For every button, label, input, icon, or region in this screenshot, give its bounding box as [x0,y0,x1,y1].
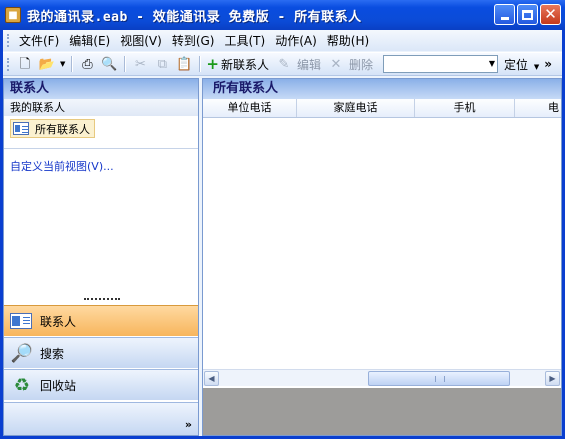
menu-view[interactable]: 视图(V) [115,32,167,49]
configure-buttons-chevron-icon[interactable]: » [185,418,192,431]
locate-button[interactable]: 定位 ▼ [504,56,541,73]
client-area: 文件(F) 编辑(E) 视图(V) 转到(G) 工具(T) 动作(A) 帮助(H… [3,30,562,436]
contacts-list-pane: 所有联系人 单位电话 家庭电话 手机 电 ◀ ▶ [202,78,562,436]
menu-file[interactable]: 文件(F) [14,32,64,49]
menu-goto[interactable]: 转到(G) [167,32,220,49]
reading-pane [203,388,561,435]
column-header-row: 单位电话 家庭电话 手机 电 [203,99,561,118]
locate-dropdown-arrow-icon: ▼ [533,62,540,71]
toolbar-separator [199,56,201,72]
delete-button[interactable]: ✕ 删除 [325,55,373,73]
new-contact-button[interactable]: + 新联系人 [206,55,269,73]
my-contacts-section: 我的联系人 [4,99,198,116]
contacts-list-header: 所有联系人 [203,79,561,99]
maximize-button[interactable] [517,4,538,25]
nav-button-contacts[interactable]: 联系人 [4,305,198,336]
horizontal-scrollbar[interactable]: ◀ ▶ [203,369,561,386]
contacts-card-icon [10,313,32,329]
open-folder-icon[interactable]: 📂 [38,55,56,73]
menu-bar: 文件(F) 编辑(E) 视图(V) 转到(G) 工具(T) 动作(A) 帮助(H… [3,30,562,51]
paste-icon[interactable]: 📋 [175,55,193,73]
divider [4,148,198,149]
toolbar-separator [71,56,73,72]
delete-x-icon: ✕ [330,56,342,72]
nav-splitter-handle[interactable] [84,298,120,301]
copy-icon[interactable]: ⧉ [153,55,171,73]
nav-pane-header: 联系人 [4,79,198,99]
folder-all-contacts[interactable]: 所有联系人 [10,119,95,138]
magnifier-icon: 🔎 [10,342,34,364]
nav-button-search[interactable]: 🔎 搜索 [4,337,198,368]
open-dropdown-arrow-icon[interactable]: ▼ [60,60,65,68]
column-mobile[interactable]: 手机 [415,99,515,117]
close-icon: ✕ [544,5,557,23]
delete-label: 删除 [349,57,374,72]
maximize-icon [522,9,533,20]
nav-overflow-bar: » [4,402,198,435]
nav-button-label: 搜索 [40,346,65,361]
scroll-left-icon[interactable]: ◀ [204,371,219,386]
folder-all-contacts-label: 所有联系人 [35,122,90,136]
column-truncated[interactable]: 电 [515,99,561,117]
minimize-icon [500,17,509,20]
cut-icon[interactable]: ✂ [131,55,149,73]
menu-edit[interactable]: 编辑(E) [64,32,115,49]
app-icon[interactable]: ■ [5,7,21,23]
toolbar-grip-icon[interactable] [7,57,10,71]
contacts-card-icon [13,122,29,135]
chevron-down-icon[interactable]: ▼ [489,59,495,68]
search-combobox[interactable]: ▼ [383,55,499,73]
toolbar-overflow-icon[interactable]: » [544,57,552,71]
column-work-phone[interactable]: 单位电话 [203,99,297,117]
print-preview-icon[interactable]: 🔍 [100,55,118,73]
print-icon[interactable]: ⎙ [78,55,96,73]
nav-button-label: 联系人 [40,314,77,329]
nav-button-recycle-bin[interactable]: ♻ 回收站 [4,369,198,400]
title-bar[interactable]: ■ 我的通讯录.eab - 效能通讯录 免费版 - 所有联系人 ✕ [0,0,565,30]
customize-view-link[interactable]: 自定义当前视图(V)... [10,158,114,174]
toolbar-separator [124,56,126,72]
app-window: ■ 我的通讯录.eab - 效能通讯录 免费版 - 所有联系人 ✕ 文件(F) … [0,0,565,439]
pencil-icon: ✎ [278,56,290,72]
window-title: 我的通讯录.eab - 效能通讯录 免费版 - 所有联系人 [27,9,362,25]
edit-button[interactable]: ✎ 编辑 [273,55,321,73]
menu-actions[interactable]: 动作(A) [270,32,322,49]
edit-label: 编辑 [296,57,321,72]
navigation-pane: 联系人 我的联系人 所有联系人 自定义当前视图(V)... 联系人 🔎 搜索 ♻… [3,78,199,436]
new-contact-label: 新联系人 [220,57,269,72]
menu-help[interactable]: 帮助(H) [322,32,374,49]
plus-icon: + [206,55,219,73]
toolbar: 🗋 📂 ▼ ⎙ 🔍 ✂ ⧉ 📋 + 新联系人 ✎ 编辑 ✕ 删除 ▼ 定位 ▼ … [3,52,562,76]
close-button[interactable]: ✕ [540,4,561,25]
minimize-button[interactable] [494,4,515,25]
scrollbar-thumb[interactable] [368,371,510,386]
nav-button-label: 回收站 [40,378,77,393]
recycle-bin-icon: ♻ [13,374,31,396]
scroll-right-icon[interactable]: ▶ [545,371,560,386]
menu-grip-icon[interactable] [7,34,10,47]
menu-tools[interactable]: 工具(T) [219,32,270,49]
locate-label: 定位 [504,57,529,72]
new-document-icon[interactable]: 🗋 [16,55,34,73]
column-home-phone[interactable]: 家庭电话 [297,99,415,117]
